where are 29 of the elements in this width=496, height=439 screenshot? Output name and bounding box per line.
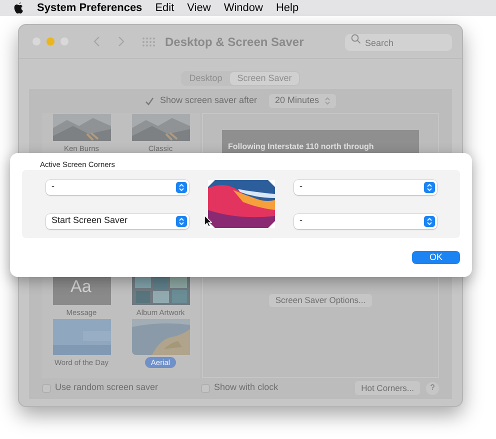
search-icon [351, 34, 361, 44]
message-text: Aa [70, 276, 92, 298]
menu-item[interactable]: System Preferences [37, 0, 142, 16]
stepper-icon [325, 97, 330, 105]
checkbox[interactable] [144, 96, 154, 106]
stepper-icon [176, 216, 186, 226]
menu-item[interactable]: View [187, 0, 211, 16]
menu-item[interactable]: Edit [155, 0, 174, 16]
stepper-icon [424, 182, 434, 192]
grid-icon[interactable] [142, 36, 155, 46]
preview-caption: Following Interstate 110 north through [228, 142, 374, 151]
search-field[interactable]: Search [345, 34, 452, 51]
forward-icon[interactable] [118, 36, 125, 47]
show-after-label: Show screen saver after [160, 94, 257, 108]
show-clock-label: Show with clock [214, 381, 278, 394]
corner-select[interactable]: - [294, 180, 436, 194]
corner-select[interactable]: Start Screen Saver [46, 214, 188, 228]
apple-icon[interactable] [14, 2, 24, 14]
back-icon[interactable] [93, 36, 100, 47]
menu-item[interactable]: Help [276, 0, 299, 16]
ok-button[interactable]: OK [412, 251, 460, 264]
cursor-icon [204, 215, 212, 227]
stepper-icon [176, 182, 186, 192]
stepper-icon [424, 216, 434, 226]
corner-select[interactable]: - [46, 180, 188, 194]
window-title: Desktop & Screen Saver [165, 34, 304, 50]
random-saver-label: Use random screen saver [55, 381, 158, 394]
menu-item[interactable]: Window [224, 0, 263, 16]
corner-select[interactable]: - [294, 214, 436, 228]
